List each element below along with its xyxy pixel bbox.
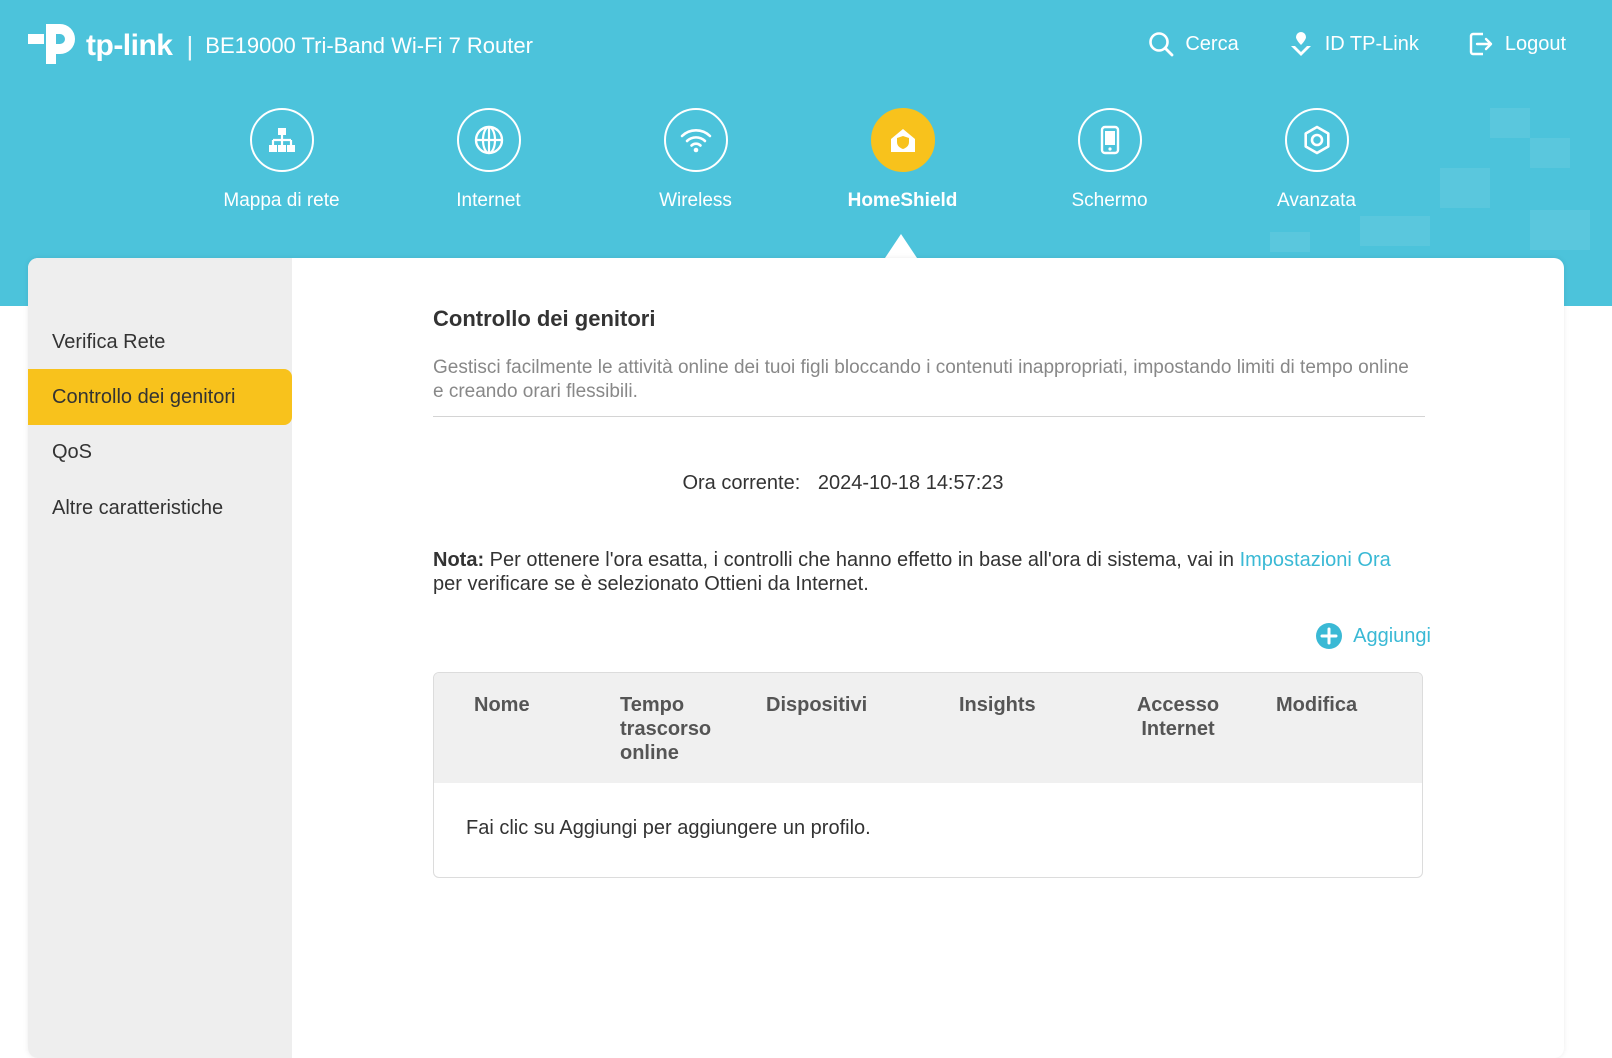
network-map-icon xyxy=(249,108,314,172)
main-nav: Mappa di rete Internet Wireless HomeShie… xyxy=(178,108,1420,212)
nav-label: Mappa di rete xyxy=(223,190,340,211)
plus-circle-icon xyxy=(1316,623,1343,649)
nav-homeshield[interactable]: HomeShield xyxy=(799,108,1006,212)
column-header-dispositivi: Dispositivi xyxy=(766,694,868,716)
current-time-value: 2024-10-18 14:57:23 xyxy=(817,472,1004,494)
nav-internet[interactable]: Internet xyxy=(385,108,592,212)
sidebar-item-label: Verifica Rete xyxy=(52,330,166,353)
column-header-insights: Insights xyxy=(959,694,1036,716)
nav-avanzata[interactable]: Avanzata xyxy=(1213,108,1420,212)
page-description: Gestisci facilmente le attività online d… xyxy=(433,357,1409,402)
nav-label: Internet xyxy=(456,190,521,211)
sidebar-item-label: Controllo dei genitori xyxy=(52,385,236,408)
top-links: Cerca ID TP-Link Logout xyxy=(1147,30,1566,58)
globe-icon xyxy=(456,108,521,172)
tplink-id-label: ID TP-Link xyxy=(1324,32,1419,55)
search-link[interactable]: Cerca xyxy=(1147,30,1239,58)
nav-label: HomeShield xyxy=(847,190,958,211)
column-header-tempo: Tempo trascorso online xyxy=(620,694,712,764)
note-tail: per verificare se è selezionato Ottieni … xyxy=(433,573,869,595)
brand-name: tp-link xyxy=(86,29,173,62)
time-note: Nota: Per ottenere l'ora esatta, i contr… xyxy=(433,548,1423,596)
current-time-label: Ora corrente: xyxy=(682,472,801,494)
page-title: Controllo dei genitori xyxy=(433,306,656,331)
profiles-table: Nome Tempo trascorso online Dispositivi … xyxy=(433,672,1423,878)
sidebar-item-verifica-rete[interactable]: Verifica Rete xyxy=(28,314,292,370)
nav-schermo[interactable]: Schermo xyxy=(1006,108,1213,212)
search-icon xyxy=(1149,32,1174,57)
active-nav-pointer xyxy=(885,234,917,258)
tplink-id-icon xyxy=(1290,32,1311,56)
column-header-modifica: Modifica xyxy=(1276,694,1358,716)
column-header-nome: Nome xyxy=(474,694,530,716)
column-header-accesso: Accesso Internet xyxy=(1136,694,1220,740)
sidebar-item-controllo-genitori[interactable]: Controllo dei genitori xyxy=(28,369,292,425)
note-label: Nota: xyxy=(433,549,485,571)
nav-wireless[interactable]: Wireless xyxy=(592,108,799,212)
nav-label: Schermo xyxy=(1071,190,1148,211)
gear-icon xyxy=(1284,108,1349,172)
table-empty-message: Fai clic su Aggiungi per aggiungere un p… xyxy=(466,817,871,839)
current-time-row: Ora corrente: 2024-10-18 14:57:23 xyxy=(433,472,1253,495)
sidebar-item-qos[interactable]: QoS xyxy=(28,424,292,480)
search-link-label: Cerca xyxy=(1185,32,1239,55)
tplink-logo-icon xyxy=(26,18,82,74)
router-model: BE19000 Tri-Band Wi-Fi 7 Router xyxy=(205,33,533,58)
sidebar-item-altre-caratteristiche[interactable]: Altre caratteristiche xyxy=(28,480,292,536)
homeshield-icon xyxy=(870,108,935,172)
wifi-icon xyxy=(663,108,728,172)
tplink-id-link[interactable]: ID TP-Link xyxy=(1287,30,1419,58)
logout-icon xyxy=(1469,32,1493,56)
sidebar-item-label: QoS xyxy=(52,440,93,463)
logout-link[interactable]: Logout xyxy=(1467,30,1566,58)
nav-label: Avanzata xyxy=(1277,190,1356,211)
nav-label: Wireless xyxy=(659,190,732,211)
tplink-logo[interactable]: tp-link | BE19000 Tri-Band Wi-Fi 7 Route… xyxy=(26,18,533,74)
sidebar-item-label: Altre caratteristiche xyxy=(52,496,224,519)
sidebar: Verifica Rete Controllo dei genitori QoS… xyxy=(28,258,292,1058)
table-header: Nome Tempo trascorso online Dispositivi … xyxy=(434,673,1422,783)
logout-label: Logout xyxy=(1504,32,1566,55)
divider xyxy=(433,416,1425,417)
nav-network-map[interactable]: Mappa di rete xyxy=(178,108,385,212)
main-panel: Verifica Rete Controllo dei genitori QoS… xyxy=(28,258,1564,1058)
brand-separator: | xyxy=(186,30,194,61)
tablet-icon xyxy=(1077,108,1142,172)
add-profile-label: Aggiungi xyxy=(1353,624,1431,647)
note-text: Per ottenere l'ora esatta, i controlli c… xyxy=(484,549,1240,571)
time-settings-link[interactable]: Impostazioni Ora xyxy=(1240,549,1391,571)
add-profile-button[interactable]: Aggiungi xyxy=(1315,622,1431,650)
